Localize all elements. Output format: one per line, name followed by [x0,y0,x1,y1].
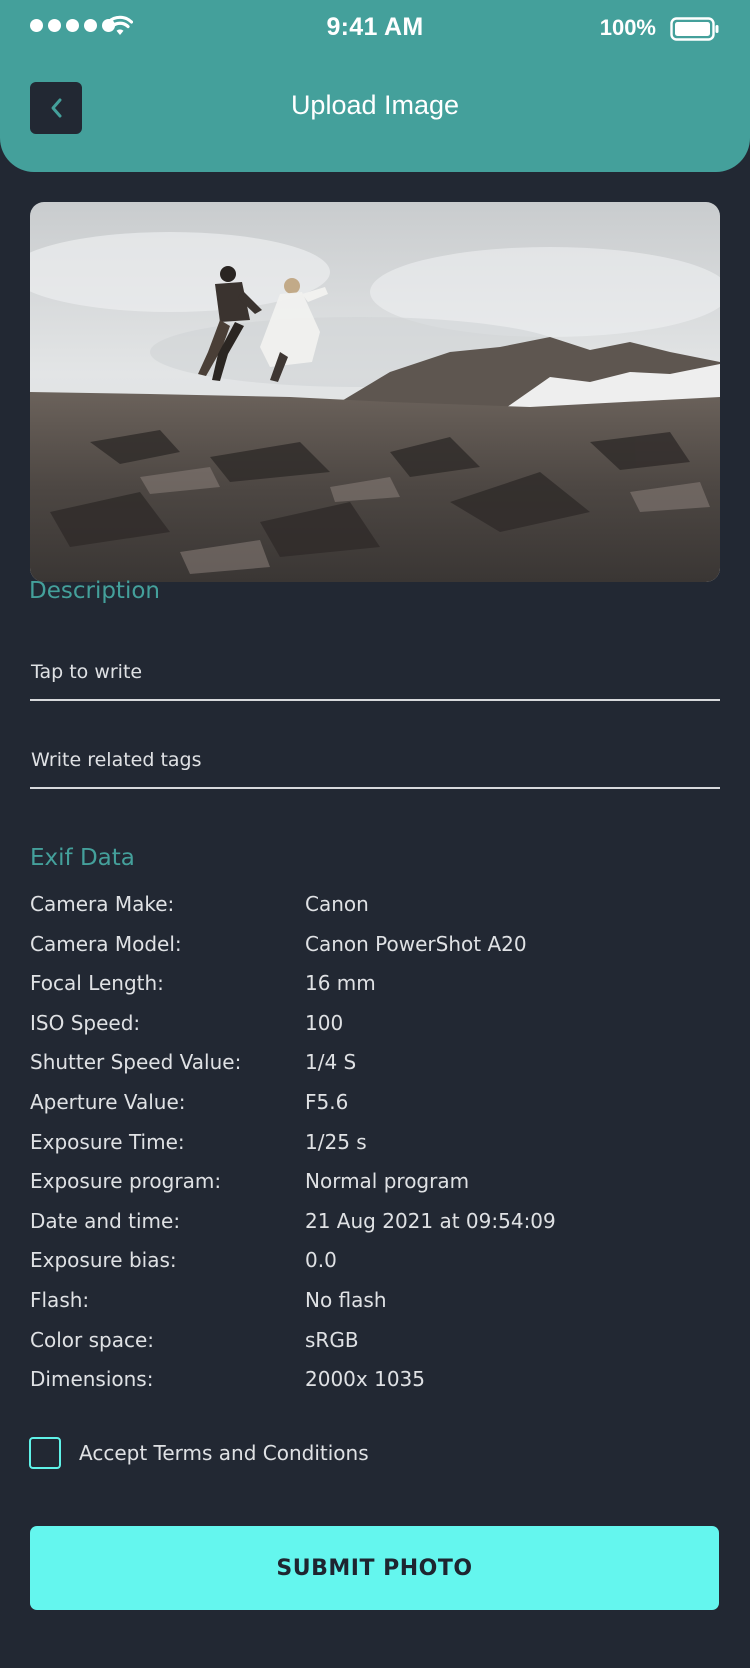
exif-row-iso-speed: ISO Speed: 100 [30,1010,720,1050]
exif-value: F5.6 [305,1089,349,1114]
exif-row-focal-length: Focal Length: 16 mm [30,970,720,1010]
exif-row-color-space: Color space: sRGB [30,1327,720,1367]
exif-value: Normal program [305,1169,470,1194]
tags-input[interactable]: Write related tags [30,741,720,789]
exif-label: Shutter Speed Value: [30,1050,242,1075]
exif-label: Exposure bias: [30,1248,177,1273]
description-heading: Description [29,578,160,604]
exif-table: Camera Make: Canon Camera Model: Canon P… [30,891,720,1406]
page-title: Upload Image [290,90,460,120]
exif-label: Flash: [30,1287,90,1312]
exif-row-exposure-program: Exposure program: Normal program [30,1168,720,1208]
terms-label[interactable]: Accept Terms and Conditions [79,1441,369,1465]
exif-value: Canon [305,892,369,916]
description-input[interactable]: Tap to write [30,653,720,701]
exif-label: Camera Make: [30,892,175,916]
exif-row-camera-model: Camera Model: Canon PowerShot A20 [30,931,720,971]
exif-row-exposure-bias: Exposure bias: 0.0 [30,1247,720,1287]
exif-value: 100 [305,1010,344,1035]
exif-row-aperture: Aperture Value: F5.6 [30,1089,720,1129]
exif-value: sRGB [305,1327,359,1352]
exif-label: Date and time: [30,1208,181,1233]
exif-value: 1/25 s [305,1129,367,1154]
exif-value: 2000x 1035 [305,1367,425,1392]
exif-label: ISO Speed: [30,1010,141,1035]
exif-value: Canon PowerShot A20 [305,931,527,956]
exif-row-shutter-speed: Shutter Speed Value: 1/4 S [30,1049,720,1089]
app-header: 9:41 AM 100% Upload Image [0,0,750,172]
battery-percentage: 100% [599,15,656,40]
exif-label: Focal Length: [30,971,164,996]
submit-photo-button[interactable]: SUBMIT PHOTO [30,1526,719,1610]
terms-row[interactable]: Accept Terms and Conditions [29,1437,369,1469]
status-bar: 9:41 AM 100% [0,0,750,54]
exif-label: Dimensions: [30,1367,154,1392]
exif-value: 0.0 [305,1248,337,1273]
exif-value: 1/4 S [305,1050,357,1075]
exif-label: Exposure program: [30,1169,222,1194]
exif-row-date-time: Date and time: 21 Aug 2021 at 09:54:09 [30,1208,720,1248]
exif-row-exposure-time: Exposure Time: 1/25 s [30,1129,720,1169]
exif-label: Color space: [30,1327,154,1352]
exif-heading: Exif Data [30,845,135,871]
exif-row-dimensions: Dimensions: 2000x 1035 [30,1366,720,1406]
exif-label: Aperture Value: [30,1089,186,1114]
terms-checkbox[interactable] [29,1437,61,1469]
exif-value: 21 Aug 2021 at 09:54:09 [305,1208,556,1233]
exif-value: No flash [305,1287,387,1312]
uploaded-photo[interactable] [30,202,720,582]
exif-value: 16 mm [305,971,376,996]
exif-row-flash: Flash: No flash [30,1287,720,1327]
exif-row-camera-make: Camera Make: Canon [30,891,720,931]
battery-icon [670,17,719,41]
exif-label: Camera Model: [30,931,182,956]
exif-label: Exposure Time: [30,1129,185,1154]
